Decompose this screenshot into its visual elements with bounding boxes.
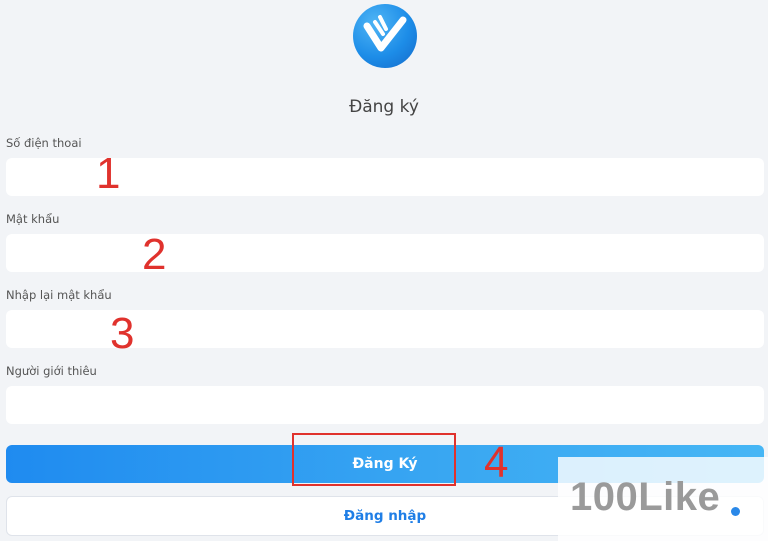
annotation-2: 2 bbox=[142, 230, 167, 279]
watermark-dot bbox=[731, 507, 740, 516]
phone-label: Số điện thoai bbox=[6, 136, 82, 150]
referrer-input[interactable] bbox=[6, 386, 764, 424]
password-input[interactable] bbox=[6, 234, 764, 272]
page-title: Đăng ký bbox=[349, 97, 419, 117]
app-logo-icon bbox=[353, 4, 417, 68]
annotation-3: 3 bbox=[110, 309, 135, 358]
annotation-1: 1 bbox=[96, 149, 121, 198]
watermark-text: 100Like bbox=[570, 475, 721, 519]
annotation-4: 4 bbox=[484, 438, 509, 487]
referrer-label: Người giới thiêu bbox=[6, 364, 97, 378]
password-label: Mật khẩu bbox=[6, 212, 60, 226]
confirm-password-label: Nhập lại mật khẩu bbox=[6, 288, 112, 302]
